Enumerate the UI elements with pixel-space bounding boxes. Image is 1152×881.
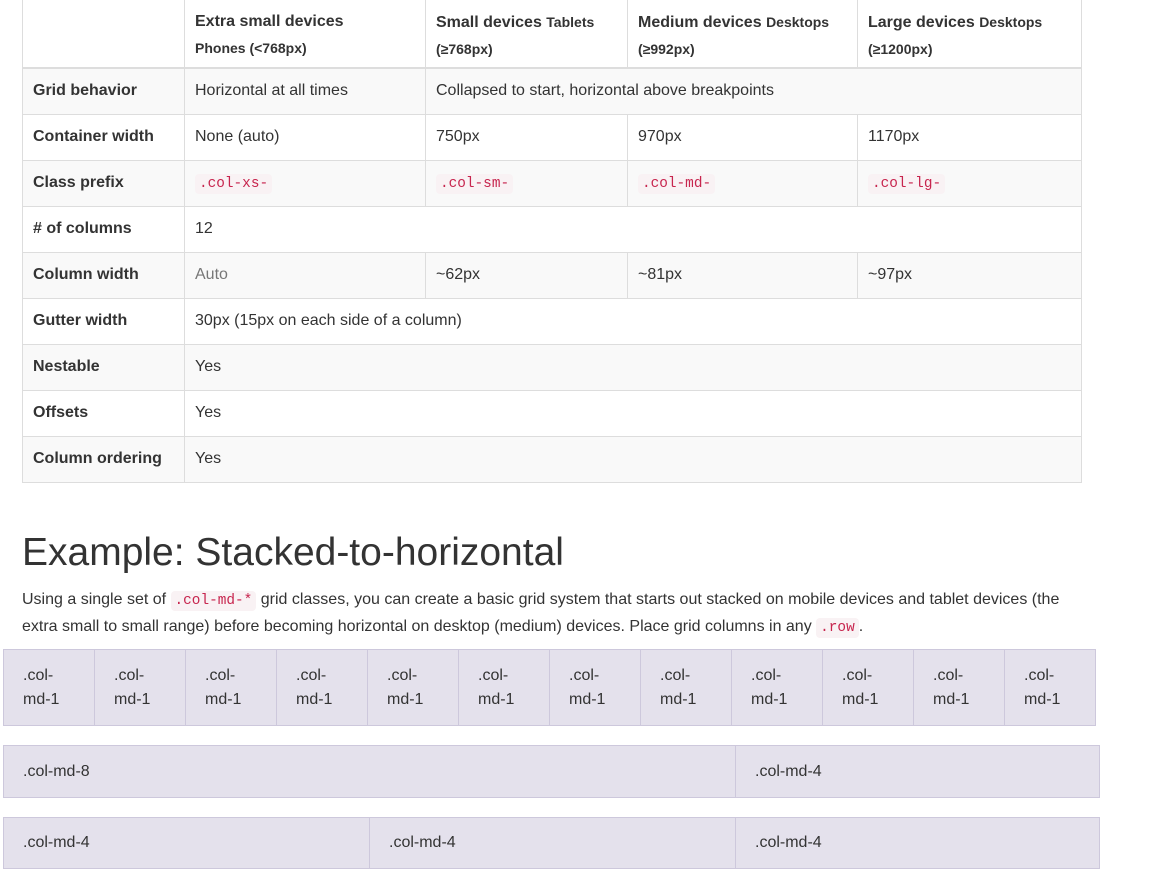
table-cell: ~97px — [857, 251, 1082, 299]
grid-options-table: Extra small devices Phones (<768px) Small… — [22, 0, 1082, 483]
class-prefix-code: .col-lg- — [868, 174, 946, 194]
table-cell: Yes — [184, 389, 1082, 437]
demo-column: .col-md-1 — [3, 649, 95, 726]
table-cell: 1170px — [857, 113, 1082, 161]
table-cell: Auto — [184, 251, 426, 299]
section-title: Example: Stacked-to-horizontal — [22, 531, 564, 574]
demo-column: .col-md-4 — [3, 817, 370, 869]
table-cell: Yes — [184, 343, 1082, 391]
table-row: Grid behavior Horizontal at all times Co… — [22, 67, 1082, 115]
table-cell: .col-md- — [627, 159, 858, 207]
demo-column: .col-md-8 — [3, 745, 736, 798]
class-prefix-code: .col-sm- — [436, 174, 514, 194]
row-label: Grid behavior — [22, 67, 185, 115]
row-label: Offsets — [22, 389, 185, 437]
table-row: Nestable Yes — [22, 343, 1082, 391]
table-row: Container width None (auto) 750px 970px … — [22, 113, 1082, 161]
table-cell: 750px — [425, 113, 628, 161]
demo-column: .col-md-1 — [822, 649, 914, 726]
header-extra-small: Extra small devices Phones (<768px) — [184, 0, 426, 69]
inline-code: .row — [816, 618, 859, 638]
row-label: Column ordering — [22, 435, 185, 483]
class-prefix-code: .col-xs- — [195, 174, 273, 194]
row-label: # of columns — [22, 205, 185, 253]
table-row: Column ordering Yes — [22, 435, 1082, 483]
table-cell: None (auto) — [184, 113, 426, 161]
demo-column: .col-md-1 — [276, 649, 368, 726]
demo-column: .col-md-1 — [94, 649, 186, 726]
table-row: Class prefix .col-xs- .col-sm- .col-md- … — [22, 159, 1082, 207]
demo-column: .col-md-4 — [735, 745, 1100, 798]
demo-row-eight-four: .col-md-8 .col-md-4 — [3, 745, 1100, 798]
row-label: Column width — [22, 251, 185, 299]
class-prefix-code: .col-md- — [638, 174, 716, 194]
table-cell: .col-lg- — [857, 159, 1082, 207]
table-row: Offsets Yes — [22, 389, 1082, 437]
row-label: Container width — [22, 113, 185, 161]
demo-column: .col-md-1 — [549, 649, 641, 726]
table-cell: Horizontal at all times — [184, 67, 426, 115]
row-label: Class prefix — [22, 159, 185, 207]
demo-row-thirds: .col-md-4 .col-md-4 .col-md-4 — [3, 817, 1100, 869]
demo-column: .col-md-1 — [731, 649, 823, 726]
intro-paragraph: Using a single set of .col-md-* grid cla… — [22, 591, 1060, 638]
demo-column: .col-md-4 — [369, 817, 736, 869]
table-cell: Yes — [184, 435, 1082, 483]
row-label: Nestable — [22, 343, 185, 391]
header-empty — [22, 0, 185, 69]
table-cell: 30px (15px on each side of a column) — [184, 297, 1082, 345]
table-cell: Collapsed to start, horizontal above bre… — [425, 67, 1082, 115]
demo-column: .col-md-1 — [640, 649, 732, 726]
table-cell: 970px — [627, 113, 858, 161]
table-row: # of columns 12 — [22, 205, 1082, 253]
table-header-row: Extra small devices Phones (<768px) Small… — [22, 0, 1082, 69]
table-row: Gutter width 30px (15px on each side of … — [22, 297, 1082, 345]
demo-column: .col-md-1 — [1004, 649, 1096, 726]
header-large: Large devices Desktops (≥1200px) — [857, 0, 1082, 69]
demo-column: .col-md-1 — [185, 649, 277, 726]
table-cell: .col-sm- — [425, 159, 628, 207]
demo-row-twelve: .col-md-1 .col-md-1 .col-md-1 .col-md-1 … — [3, 649, 1100, 726]
demo-column: .col-md-1 — [913, 649, 1005, 726]
table-cell: ~81px — [627, 251, 858, 299]
table-cell: ~62px — [425, 251, 628, 299]
demo-column: .col-md-4 — [735, 817, 1100, 869]
demo-column: .col-md-1 — [367, 649, 459, 726]
table-row: Column width Auto ~62px ~81px ~97px — [22, 251, 1082, 299]
row-label: Gutter width — [22, 297, 185, 345]
inline-code: .col-md-* — [170, 591, 257, 611]
table-cell: .col-xs- — [184, 159, 426, 207]
header-medium: Medium devices Desktops (≥992px) — [627, 0, 858, 69]
header-small: Small devices Tablets (≥768px) — [425, 0, 628, 69]
demo-column: .col-md-1 — [458, 649, 550, 726]
table-cell: 12 — [184, 205, 1082, 253]
